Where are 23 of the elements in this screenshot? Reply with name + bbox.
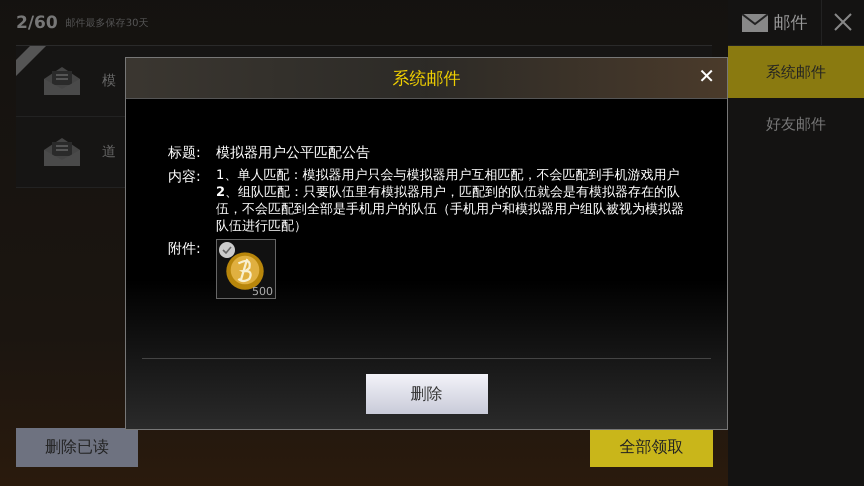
content-paragraph: 1、单人匹配：模拟器用户只会与模拟器用户互相匹配，不会匹配到手机游戏用户 [216,167,680,184]
mail-count: 2/60 [16,12,58,32]
envelope-icon [42,65,82,97]
envelope-icon [742,14,768,32]
attachment-slot[interactable]: 500 [216,239,276,299]
delete-button[interactable]: 删除 [366,374,488,414]
dialog-title: 系统邮件 [392,68,460,90]
close-icon[interactable] [833,12,853,32]
mail-header-title: 邮件 [774,12,808,34]
envelope-icon [42,136,82,168]
mail-subject: 模拟器用户公平匹配公告 [216,144,370,163]
close-button[interactable]: ✕ [694,64,719,88]
field-label: 内容: [168,168,202,187]
field-label: 附件: [168,240,202,259]
storage-note: 邮件最多保存30天 [66,16,148,30]
mail-tab[interactable]: 好友邮件 [728,98,864,150]
mail-tab[interactable]: 系统邮件 [728,46,864,98]
attachment-quantity: 500 [252,285,273,298]
content-paragraph: 2、组队匹配：只要队伍里有模拟器用户，匹配到的队伍就会是有模拟器存在的队伍，不会匹配到全部是手机用户的队伍（手机用户和模拟器用户组队被视为模拟器队伍进行匹配） [216,184,685,235]
mail-title: 模 [102,72,116,90]
mail-title: 道 [102,143,116,161]
claim-all-button[interactable]: 全部领取 [590,428,713,467]
field-label: 标题: [168,144,202,163]
